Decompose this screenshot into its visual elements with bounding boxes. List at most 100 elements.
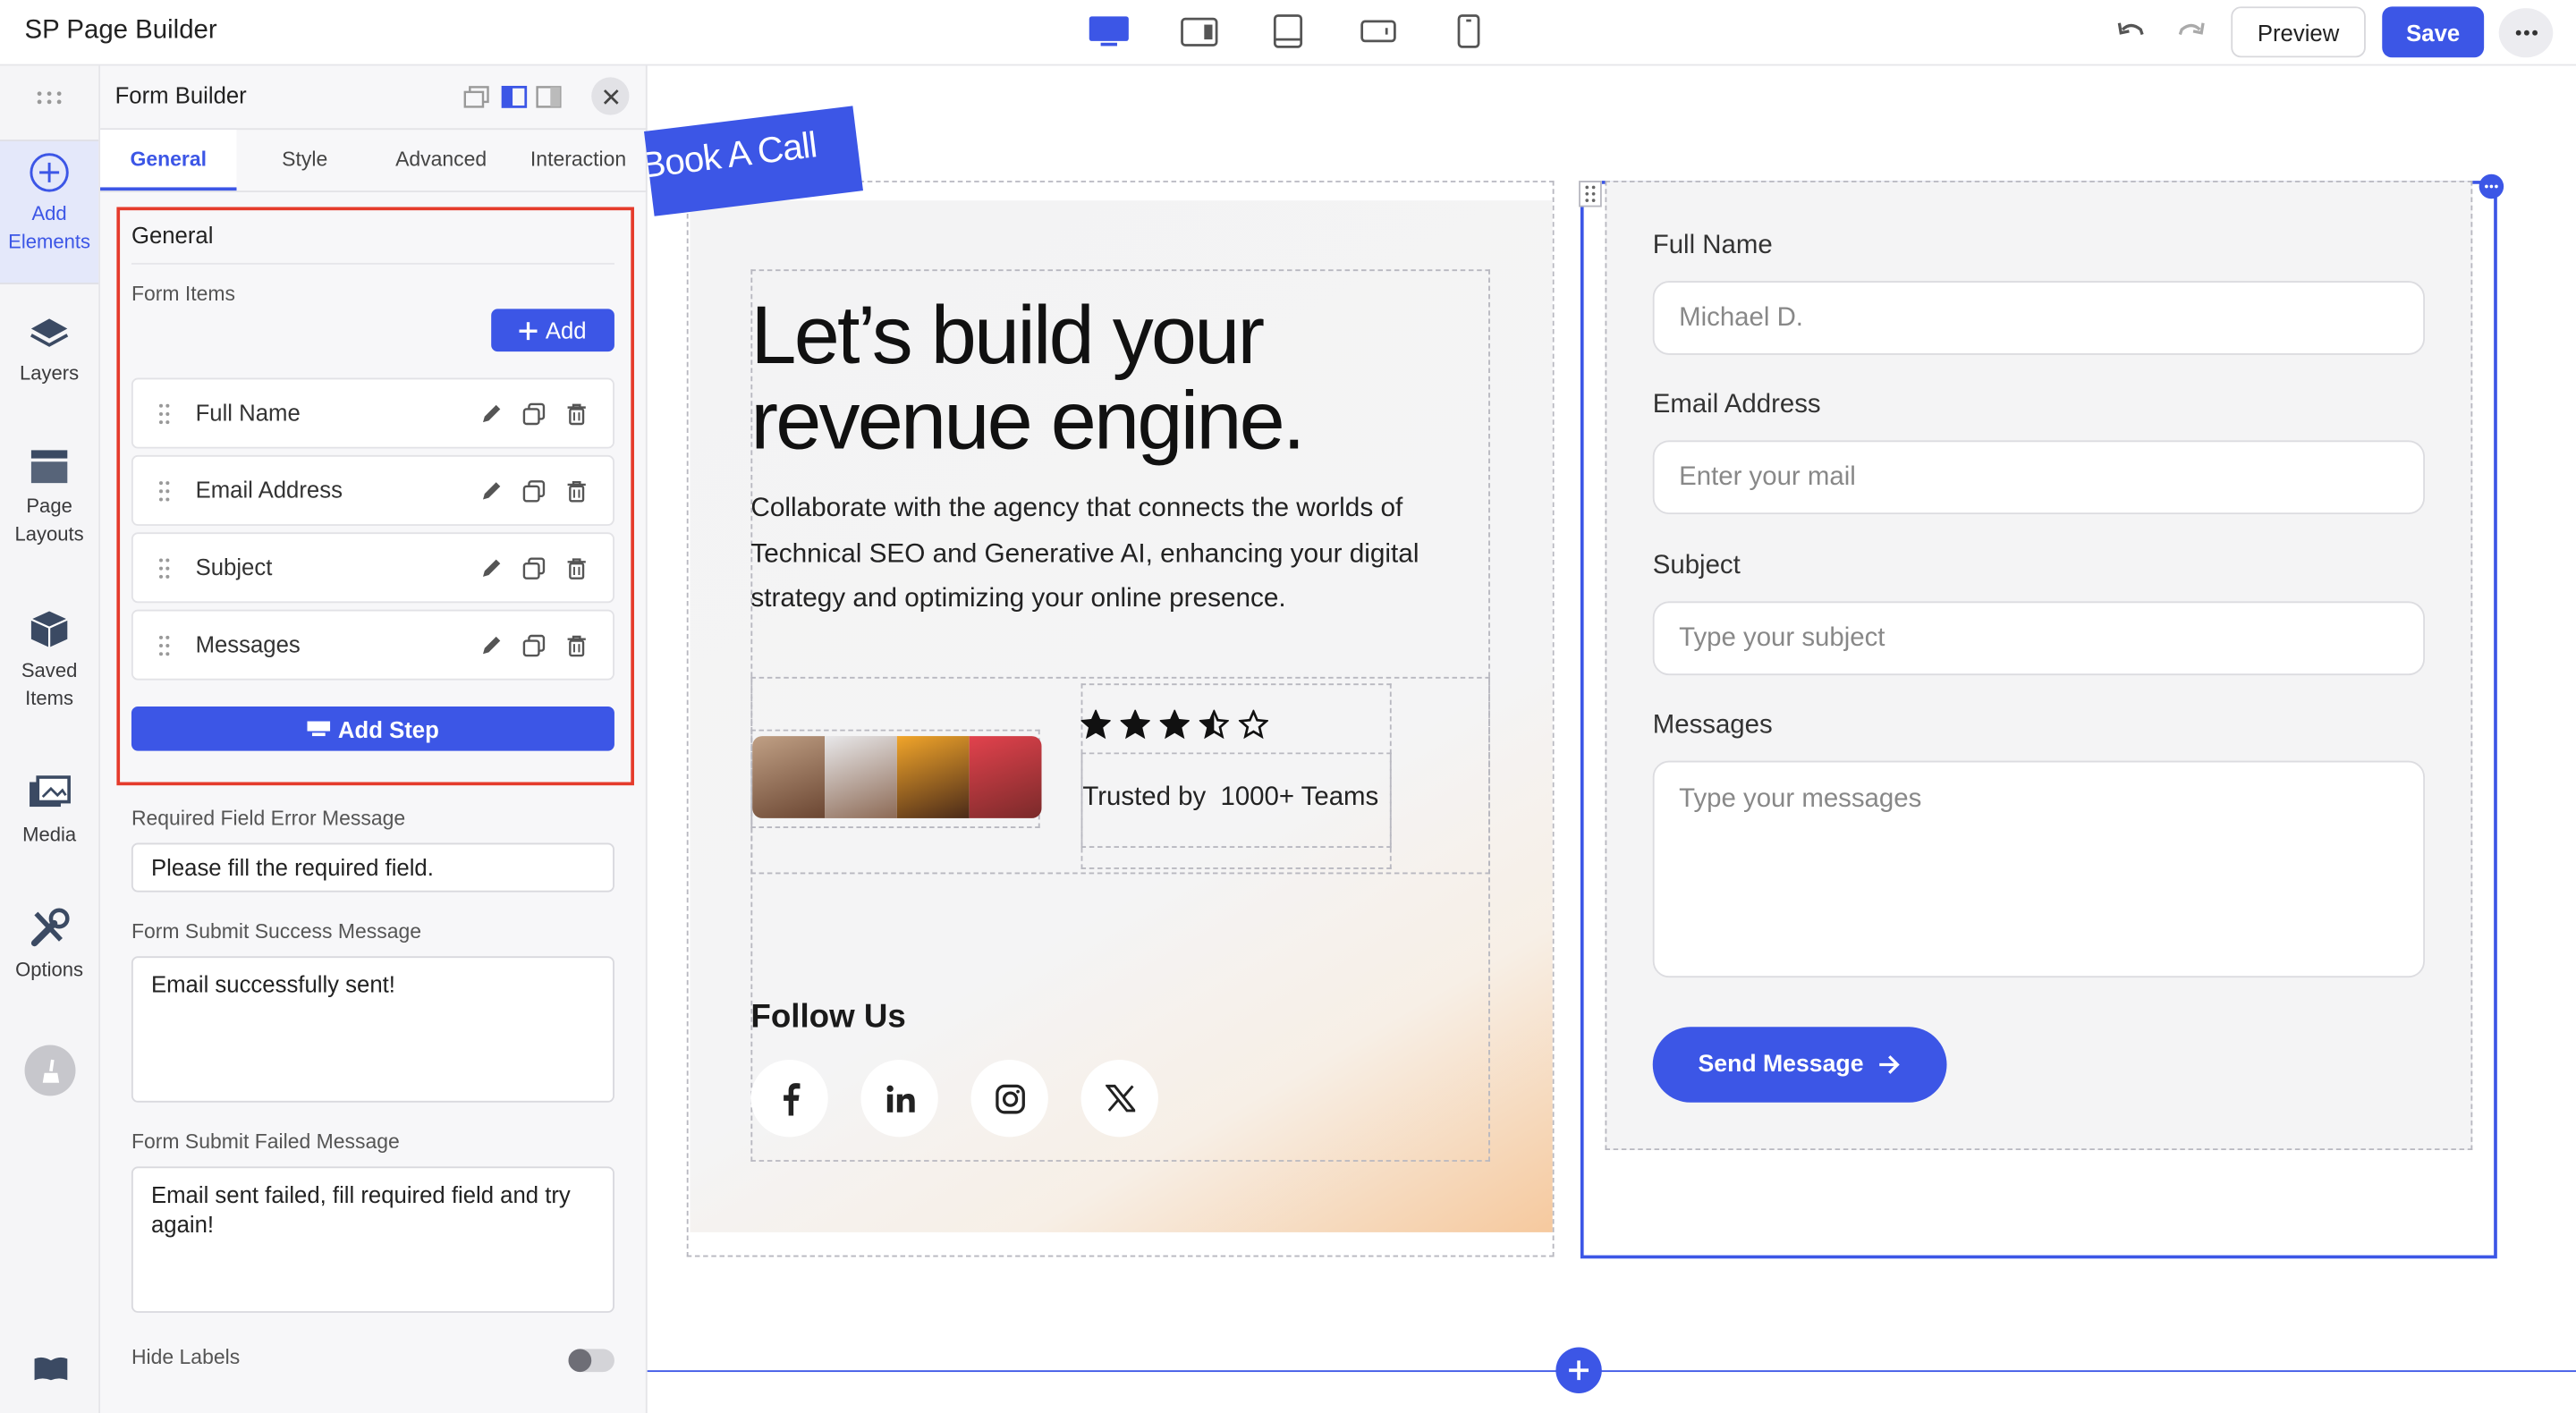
avatar-group (752, 736, 1042, 818)
form-item-label: Email Address (195, 476, 343, 503)
trash-icon[interactable] (565, 634, 589, 657)
form-item-row[interactable]: Messages (131, 609, 614, 681)
rail-label-saved-items: Saved Items (21, 658, 78, 710)
steps-icon (307, 721, 330, 737)
success-message-label: Form Submit Success Message (131, 919, 422, 943)
required-message-input[interactable]: Please fill the required field. (131, 842, 614, 893)
trash-icon[interactable] (565, 557, 589, 580)
star-icon (1120, 709, 1150, 740)
drag-grip-icon (1585, 185, 1596, 202)
x-icon (1105, 1084, 1135, 1113)
column-drag-handle[interactable] (1579, 181, 1602, 207)
form-item-label: Messages (195, 630, 301, 657)
section-divider-line (647, 1370, 2576, 1373)
full-name-input[interactable]: Michael D. (1652, 281, 2426, 355)
more-horizontal-icon (2514, 30, 2538, 36)
tablet-view-button[interactable] (1265, 13, 1310, 49)
drag-grip-icon[interactable] (157, 557, 171, 580)
mobile-view-button[interactable] (1445, 13, 1491, 49)
linkedin-link[interactable] (860, 1060, 938, 1138)
drag-grip-icon[interactable] (157, 634, 171, 657)
tab-style[interactable]: Style (236, 148, 372, 193)
rail-page-layouts[interactable]: Page Layouts (0, 447, 98, 549)
add-form-item-button[interactable]: Add (491, 309, 614, 352)
tab-general[interactable]: General (100, 148, 236, 193)
rail-layers[interactable]: Layers (0, 314, 98, 388)
star-icon (1080, 709, 1111, 740)
rail-media[interactable]: Media (0, 775, 98, 850)
form-item-label: Full Name (195, 399, 301, 426)
save-button[interactable]: Save (2382, 6, 2485, 58)
book-icon (34, 1357, 68, 1381)
rail-options[interactable]: Options (0, 907, 98, 984)
failed-message-label: Form Submit Failed Message (131, 1130, 400, 1154)
rail-docs-button[interactable] (33, 1356, 69, 1391)
rail-saved-items[interactable]: Saved Items (0, 608, 98, 714)
section-title: General (131, 222, 214, 249)
trusted-count: 1000+ Teams (1220, 783, 1379, 812)
form-item-row[interactable]: Email Address (131, 454, 614, 526)
trash-icon[interactable] (565, 479, 589, 503)
tab-interaction[interactable]: Interaction (509, 148, 647, 193)
edit-icon[interactable] (479, 479, 503, 503)
failed-message-textarea[interactable]: Email sent failed, fill required field a… (131, 1166, 614, 1313)
subject-input[interactable]: Type your subject (1652, 601, 2426, 676)
trash-icon[interactable] (565, 402, 589, 426)
avatar (969, 736, 1042, 818)
tab-advanced[interactable]: Advanced (373, 148, 509, 193)
panel-dock-left-button[interactable] (501, 85, 528, 117)
x-link[interactable] (1080, 1060, 1158, 1138)
send-message-label: Send Message (1698, 1051, 1864, 1079)
send-message-button[interactable]: Send Message (1652, 1027, 1947, 1103)
form-item-row[interactable]: Full Name (131, 377, 614, 449)
panel-dock-button[interactable] (463, 86, 489, 117)
rail-add-elements[interactable]: Add Elements (0, 151, 98, 257)
messages-textarea[interactable]: Type your messages (1652, 760, 2426, 978)
hide-labels-toggle[interactable] (568, 1349, 614, 1373)
edit-icon[interactable] (479, 402, 503, 426)
add-step-button[interactable]: Add Step (131, 706, 614, 751)
success-message-textarea[interactable]: Email successfully sent! (131, 956, 614, 1103)
edit-icon[interactable] (479, 634, 503, 657)
preview-button[interactable]: Preview (2231, 6, 2366, 58)
grid-dots-icon (37, 91, 62, 105)
column-options-button[interactable] (2479, 173, 2504, 199)
dock-right-icon (536, 86, 562, 108)
hero-paragraph: Collaborate with the agency that connect… (750, 493, 1419, 613)
desktop-icon (1089, 16, 1129, 47)
edit-icon[interactable] (479, 557, 503, 580)
email-input[interactable]: Enter your mail (1652, 440, 2426, 515)
drag-grip-icon[interactable] (157, 479, 171, 503)
form-item-row[interactable]: Subject (131, 532, 614, 604)
desktop-view-button[interactable] (1086, 13, 1131, 49)
duplicate-icon[interactable] (522, 402, 546, 426)
rail-drag-handle[interactable] (33, 86, 66, 115)
tablet-landscape-view-button[interactable] (1355, 13, 1401, 49)
follow-us-heading: Follow Us (750, 999, 906, 1036)
laptop-view-button[interactable] (1176, 13, 1222, 49)
undo-button[interactable] (2111, 13, 2150, 49)
duplicate-icon[interactable] (522, 557, 546, 580)
duplicate-icon[interactable] (522, 634, 546, 657)
email-label: Email Address (1652, 391, 1821, 419)
panel-dock-right-button[interactable] (536, 86, 562, 117)
hero-heading: Let’s build your revenue engine. (750, 289, 1305, 467)
arrow-right-icon (1879, 1055, 1901, 1074)
add-section-button[interactable] (1555, 1347, 1602, 1393)
redo-button[interactable] (2172, 13, 2211, 49)
avatar (825, 736, 897, 818)
panel-close-button[interactable] (591, 77, 630, 115)
close-icon (603, 89, 618, 104)
mobile-icon (1457, 14, 1480, 48)
tablet-icon (1273, 14, 1303, 48)
more-options-button[interactable] (2498, 8, 2554, 58)
facebook-link[interactable] (750, 1060, 828, 1138)
rail-cleanup-button[interactable] (24, 1045, 76, 1096)
drag-grip-icon[interactable] (157, 402, 171, 426)
duplicate-icon[interactable] (522, 479, 546, 503)
panel-title: Form Builder (114, 81, 247, 109)
add-form-item-label: Add (545, 317, 587, 343)
instagram-link[interactable] (970, 1060, 1048, 1138)
more-horizontal-icon (2485, 184, 2498, 189)
star-rating (1080, 709, 1268, 740)
